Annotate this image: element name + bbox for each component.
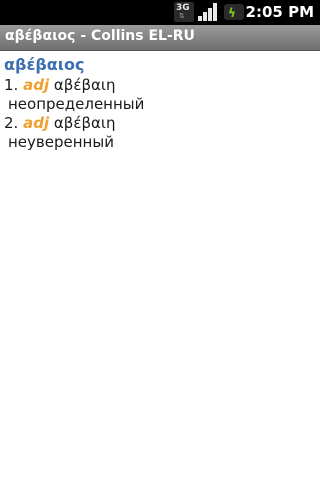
status-bar: 3G ⇅ ϟ 2:05 PM xyxy=(0,0,320,25)
sense-number: 2. xyxy=(4,114,19,132)
data-activity-arrows-icon: ⇅ xyxy=(179,12,185,20)
inflected-form: αβέβαιη xyxy=(53,76,116,94)
sense-1-translation: неопределенный xyxy=(8,95,145,113)
sense-1-line: 1. adj αβέβαιη xyxy=(4,76,116,94)
signal-strength-icon xyxy=(198,2,220,22)
network-3g-icon: 3G ⇅ xyxy=(174,2,194,22)
sense-number: 1. xyxy=(4,76,19,94)
page-title: αβέβαιος - Collins EL-RU xyxy=(5,28,195,44)
part-of-speech[interactable]: adj xyxy=(23,114,49,132)
sense-2-translation: неуверенный xyxy=(8,133,114,151)
headword: αβέβαιος xyxy=(4,55,85,74)
part-of-speech[interactable]: adj xyxy=(23,76,49,94)
battery-charging-icon: ϟ xyxy=(224,2,246,22)
inflected-form: αβέβαιη xyxy=(53,114,116,132)
sense-2-line: 2. adj αβέβαιη xyxy=(4,114,116,132)
title-bar: αβέβαιος - Collins EL-RU xyxy=(0,25,320,51)
status-time: 2:05 PM xyxy=(245,3,314,21)
